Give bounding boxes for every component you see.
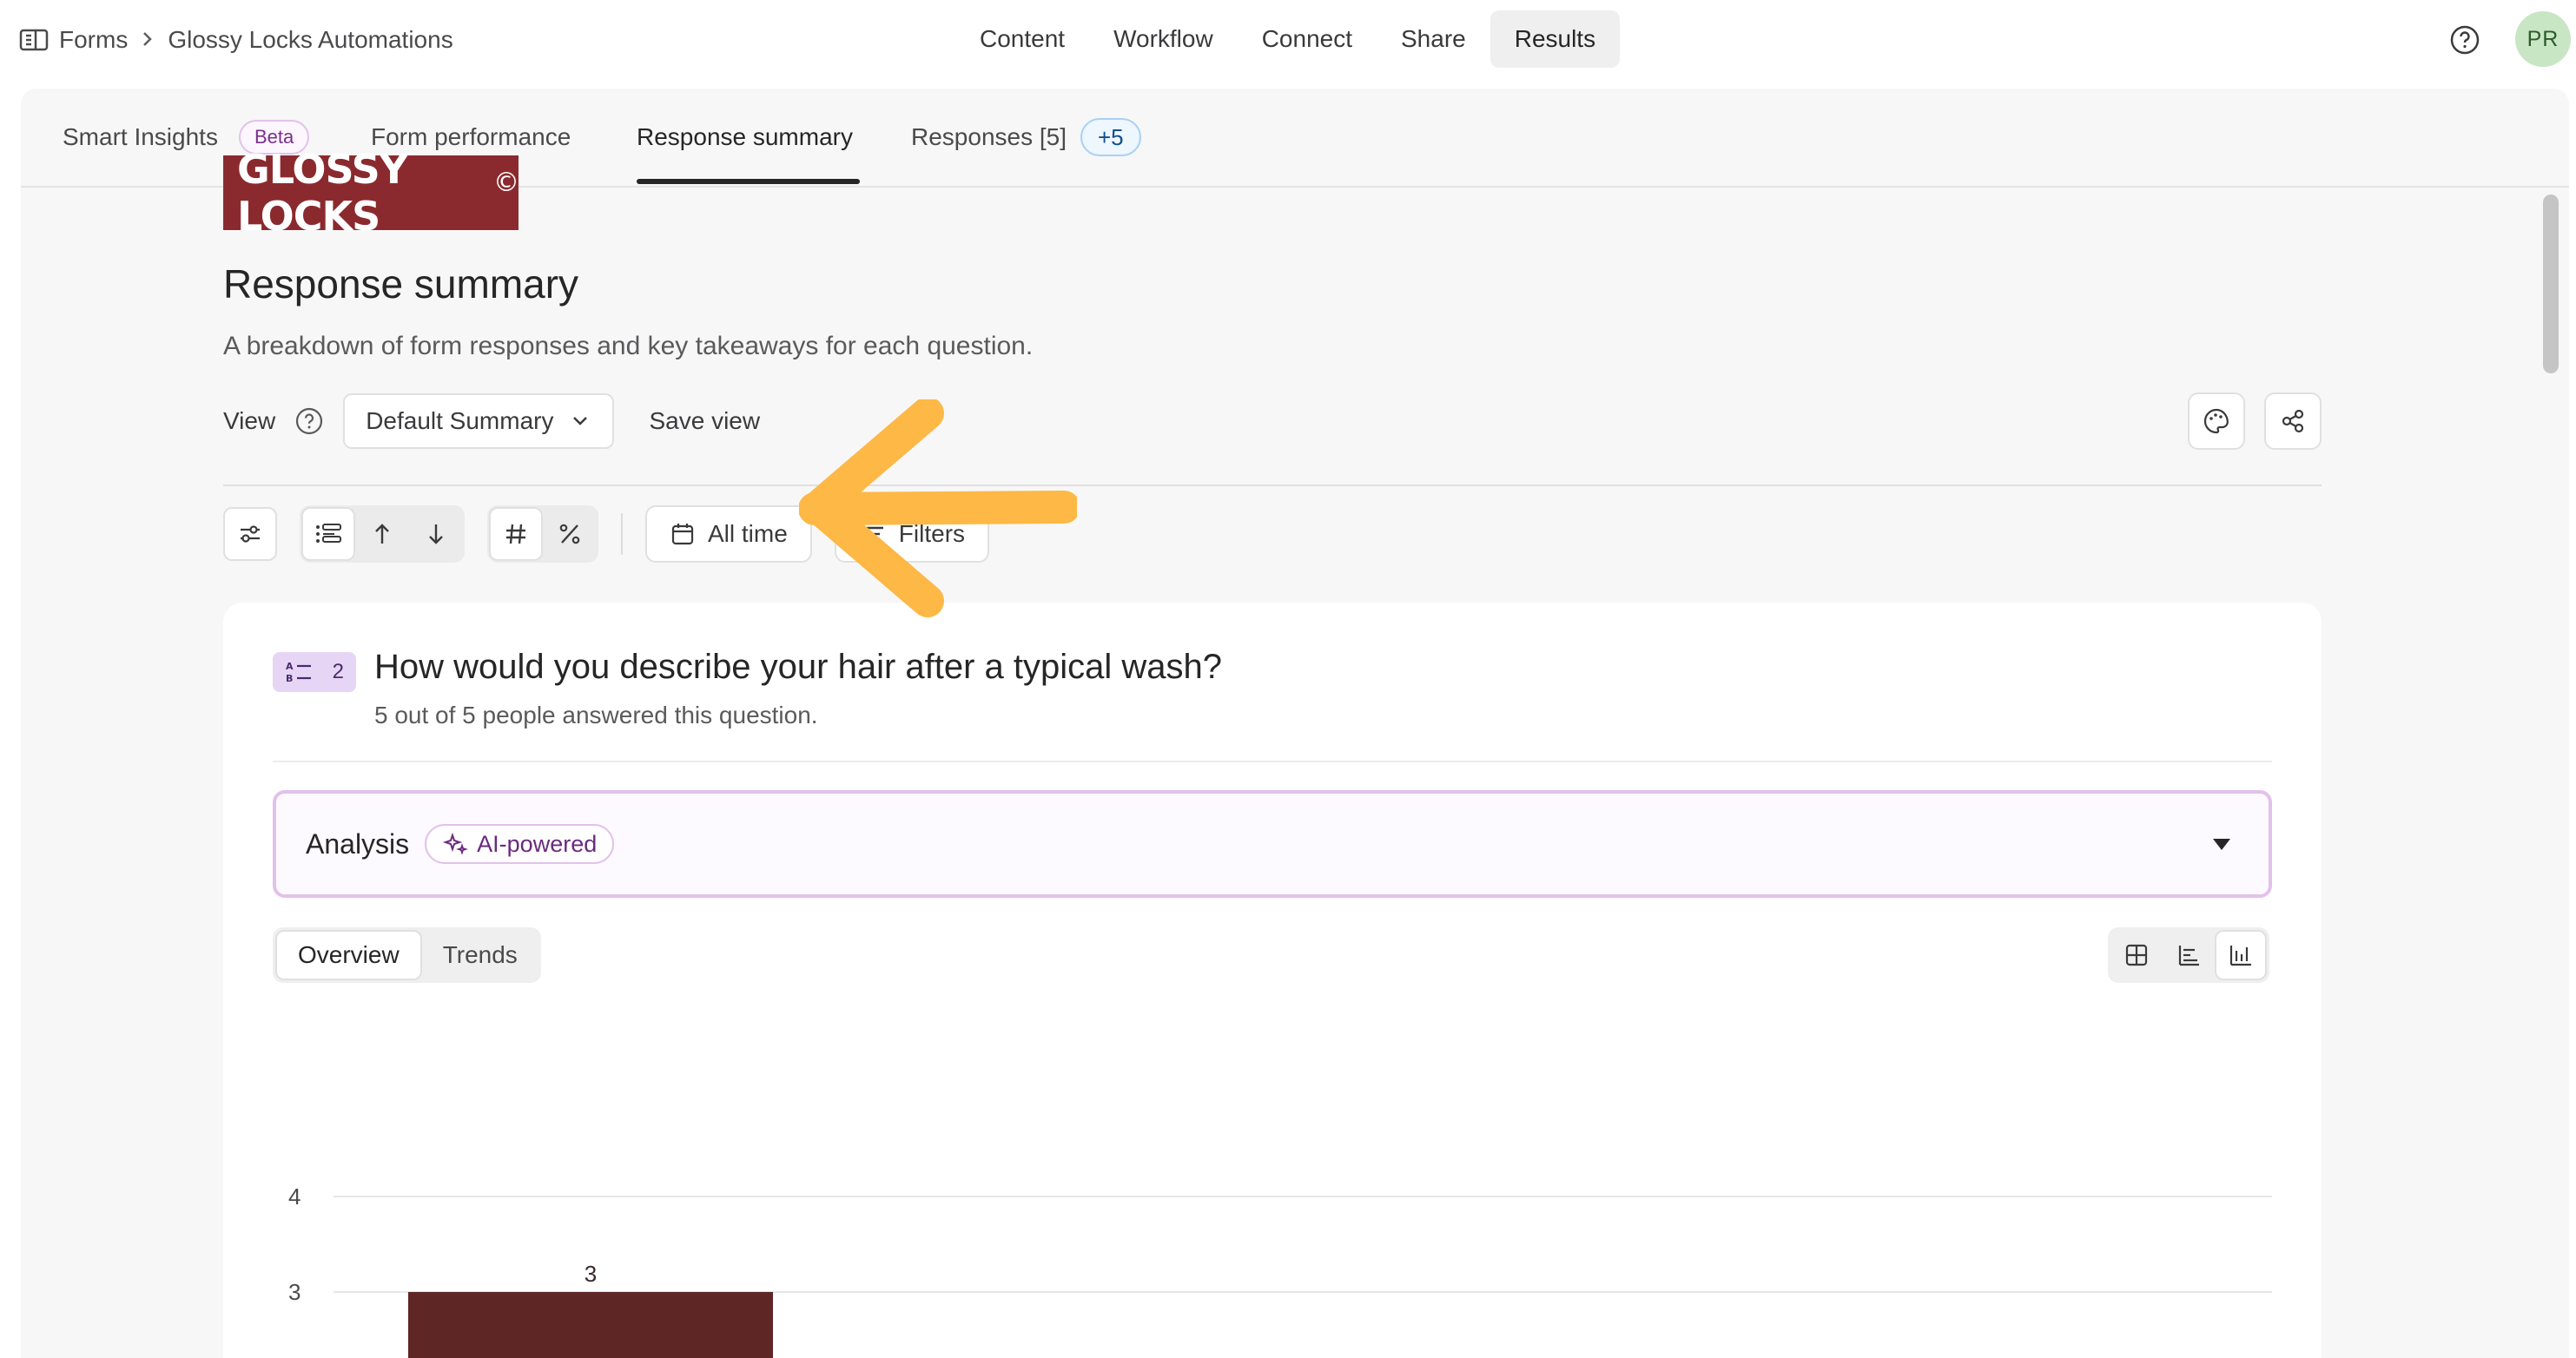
palette-icon bbox=[2203, 408, 2229, 434]
brand-logo: GLOSSY LOCKS © bbox=[223, 146, 519, 240]
tab-response-summary[interactable]: Response summary bbox=[637, 118, 853, 156]
chevron-right-icon bbox=[142, 27, 154, 54]
forms-icon[interactable] bbox=[19, 28, 49, 52]
sort-ascending-button[interactable] bbox=[355, 507, 409, 561]
response-bar-chart: 4 3 3 bbox=[288, 1184, 2272, 1358]
view-row: View Default Summary Save view bbox=[223, 392, 2322, 450]
question-response-count: 5 out of 5 people answered this question… bbox=[374, 702, 818, 728]
grid-icon bbox=[2125, 944, 2148, 966]
svg-text:B: B bbox=[286, 673, 293, 684]
view-actions bbox=[2188, 392, 2322, 450]
question-card: AB 2 How would you describe your hair af… bbox=[223, 603, 2322, 1358]
date-range-label: All time bbox=[708, 520, 788, 547]
sliders-icon bbox=[241, 525, 260, 543]
percent-icon bbox=[559, 524, 580, 544]
question-title: How would you describe your hair after a… bbox=[374, 648, 1223, 686]
number-format-group bbox=[487, 505, 598, 563]
ai-powered-badge: AI-powered bbox=[425, 824, 615, 864]
svg-text:A: A bbox=[286, 661, 294, 672]
multiple-choice-icon: AB bbox=[286, 661, 311, 684]
view-select[interactable]: Default Summary bbox=[343, 393, 615, 449]
sort-group bbox=[300, 505, 465, 563]
active-tab-indicator bbox=[637, 179, 860, 184]
section-divider bbox=[223, 485, 2322, 486]
tab-smart-insights-label: Smart Insights bbox=[63, 123, 218, 150]
save-view-button[interactable]: Save view bbox=[649, 407, 760, 435]
bar-data-label: 3 bbox=[585, 1261, 597, 1287]
calendar-icon bbox=[671, 524, 694, 545]
question-type-badge: AB 2 bbox=[273, 652, 356, 692]
share-icon bbox=[2282, 409, 2304, 433]
toolbar-separator bbox=[621, 513, 623, 555]
table-view-button[interactable] bbox=[2110, 930, 2163, 980]
horizontal-bar-view-button[interactable] bbox=[2163, 930, 2215, 980]
share-button[interactable] bbox=[2264, 392, 2322, 450]
breadcrumb-current[interactable]: Glossy Locks Automations bbox=[168, 26, 452, 54]
y-tick-label: 4 bbox=[288, 1184, 301, 1210]
nav-share[interactable]: Share bbox=[1377, 10, 1490, 68]
scrollbar-thumb[interactable] bbox=[2543, 194, 2559, 373]
nav-content[interactable]: Content bbox=[955, 10, 1089, 68]
hash-icon bbox=[506, 524, 525, 544]
breadcrumb: Forms Glossy Locks Automations bbox=[19, 19, 453, 61]
horizontal-bar-chart-icon bbox=[2178, 946, 2199, 966]
vertical-bar-view-button[interactable] bbox=[2215, 930, 2267, 980]
new-responses-badge: +5 bbox=[1080, 118, 1141, 156]
chart-bar[interactable] bbox=[408, 1292, 773, 1358]
view-select-value: Default Summary bbox=[366, 407, 554, 434]
question-number: 2 bbox=[332, 660, 344, 683]
show-percent-button[interactable] bbox=[543, 507, 597, 561]
brand-logo-mark: © bbox=[493, 167, 519, 198]
arrow-down-icon bbox=[429, 524, 443, 544]
vertical-bar-chart-icon bbox=[2229, 946, 2251, 966]
page-subtitle: A breakdown of form responses and key ta… bbox=[223, 332, 1034, 360]
nav-results[interactable]: Results bbox=[1489, 10, 1621, 68]
theme-button[interactable] bbox=[2188, 392, 2245, 450]
tab-responses[interactable]: Responses [5] +5 bbox=[911, 118, 1141, 156]
list-order-button[interactable] bbox=[301, 507, 355, 561]
analysis-panel[interactable]: Analysis AI-powered bbox=[273, 790, 2272, 898]
card-divider bbox=[273, 761, 2272, 762]
show-count-button[interactable] bbox=[489, 507, 543, 561]
breadcrumb-forms-link[interactable]: Forms bbox=[59, 26, 128, 54]
list-icon bbox=[316, 524, 341, 543]
avatar[interactable]: PR bbox=[2515, 11, 2571, 67]
nav-connect[interactable]: Connect bbox=[1238, 10, 1377, 68]
ai-powered-label: AI-powered bbox=[477, 830, 598, 857]
help-icon[interactable] bbox=[2447, 23, 2482, 57]
page-title: Response summary bbox=[223, 261, 579, 307]
tab-overview[interactable]: Overview bbox=[275, 930, 422, 980]
nav-workflow[interactable]: Workflow bbox=[1089, 10, 1238, 68]
sort-descending-button[interactable] bbox=[409, 507, 463, 561]
main-nav: Content Workflow Connect Share Results bbox=[955, 10, 1621, 68]
sparkles-icon bbox=[442, 832, 469, 855]
annotation-arrow bbox=[799, 399, 1077, 617]
caret-down-icon[interactable] bbox=[2213, 839, 2230, 850]
y-tick-label: 3 bbox=[288, 1279, 301, 1305]
analysis-title: Analysis bbox=[306, 827, 410, 860]
view-label: View bbox=[223, 407, 276, 434]
question-circle-icon[interactable] bbox=[294, 406, 324, 436]
tab-responses-label: Responses [5] bbox=[911, 123, 1067, 150]
tab-trends[interactable]: Trends bbox=[422, 930, 538, 980]
arrow-up-icon bbox=[375, 524, 389, 544]
chevron-down-icon bbox=[569, 410, 591, 432]
top-bar: Forms Glossy Locks Automations Content W… bbox=[0, 0, 2576, 80]
date-range-button[interactable]: All time bbox=[645, 505, 812, 563]
result-view-tabs: Overview Trends bbox=[273, 927, 541, 983]
brand-logo-text: GLOSSY LOCKS bbox=[237, 146, 408, 240]
settings-sliders-button[interactable] bbox=[223, 507, 277, 561]
chart-type-switcher bbox=[2108, 927, 2269, 983]
